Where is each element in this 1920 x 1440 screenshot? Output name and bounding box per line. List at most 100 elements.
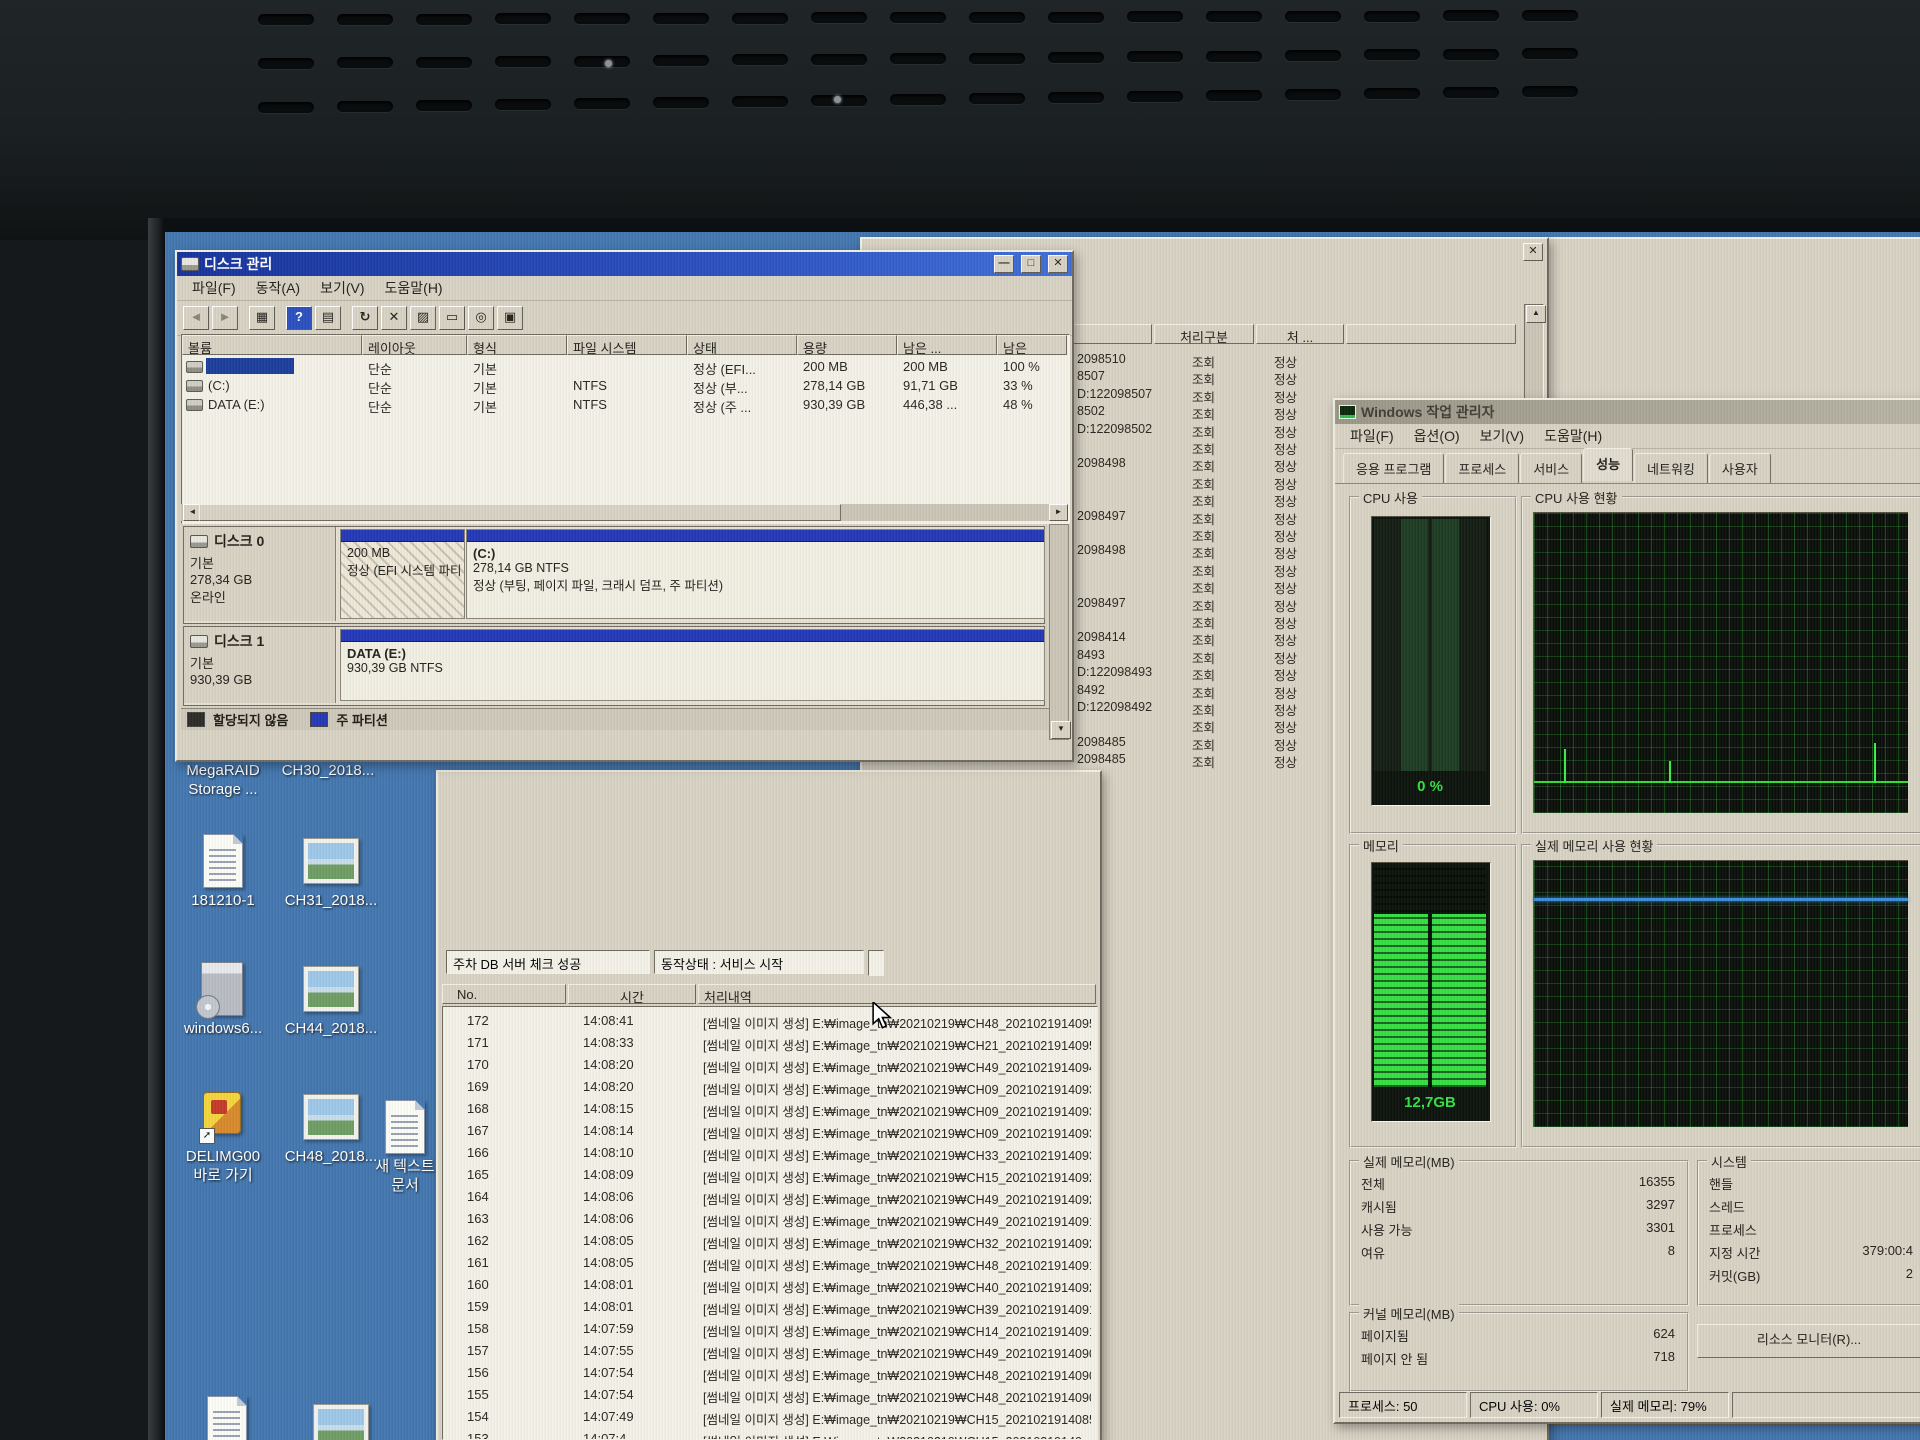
desktop-icon[interactable]: ➚DELIMG00 바로 가기: [175, 1088, 271, 1186]
log-row[interactable]: 16614:08:10[썸네일 이미지 생성] E:₩image_tn₩2021…: [443, 1143, 1093, 1165]
menu-item[interactable]: 파일(F): [183, 276, 245, 300]
tab-프로세스[interactable]: 프로세스: [1445, 453, 1519, 483]
menu-item[interactable]: 옵션(O): [1405, 424, 1469, 448]
partition-box[interactable]: (C:)278,14 GB NTFS정상 (부팅, 페이지 파일, 크래시 덤프…: [466, 529, 1045, 619]
partition-box[interactable]: DATA (E:)930,39 GB NTFS: [340, 629, 1045, 701]
forward-icon[interactable]: ►: [212, 306, 238, 330]
log-row[interactable]: 16414:08:06[썸네일 이미지 생성] E:₩image_tn₩2021…: [443, 1187, 1093, 1209]
task-manager-titlebar[interactable]: Windows 작업 관리자: [1335, 400, 1920, 424]
properties-icon[interactable]: ▨: [410, 306, 436, 330]
job-list-row[interactable]: 8507조회정상: [1072, 368, 1542, 385]
partition-box[interactable]: 200 MB정상 (EFI 시스템 파티: [340, 529, 465, 619]
desktop-icon[interactable]: CH31_2018...: [283, 832, 379, 911]
column-header-detail[interactable]: 처리내역: [698, 984, 1096, 1004]
column-header-time[interactable]: 시간: [568, 984, 696, 1004]
column-header-no[interactable]: No.: [442, 984, 566, 1004]
tab-성능[interactable]: 성능: [1583, 448, 1633, 481]
log-row[interactable]: 16214:08:05[썸네일 이미지 생성] E:₩image_tn₩2021…: [443, 1231, 1093, 1253]
scroll-thumb[interactable]: [199, 504, 841, 521]
log-row[interactable]: 15914:08:01[썸네일 이미지 생성] E:₩image_tn₩2021…: [443, 1297, 1093, 1319]
volume-column-header[interactable]: 레이아웃: [362, 335, 467, 355]
log-no: 158: [467, 1321, 489, 1336]
log-row[interactable]: 16814:08:15[썸네일 이미지 생성] E:₩image_tn₩2021…: [443, 1099, 1093, 1121]
desktop-icon[interactable]: [179, 1394, 275, 1440]
close-icon[interactable]: ✕: [1048, 255, 1068, 273]
stat-label: 사용 가능: [1361, 1220, 1412, 1239]
volume-column-header[interactable]: 남은: [997, 335, 1067, 355]
log-row[interactable]: 16914:08:20[썸네일 이미지 생성] E:₩image_tn₩2021…: [443, 1077, 1093, 1099]
desktop-icon[interactable]: CH44_2018...: [283, 960, 379, 1039]
menu-item[interactable]: 도움말(H): [1535, 424, 1611, 448]
job-list-row[interactable]: 2098510조회정상: [1072, 351, 1542, 368]
tab-네트워킹[interactable]: 네트워킹: [1634, 453, 1708, 483]
minimize-icon[interactable]: —: [994, 255, 1014, 273]
textfile-icon: [197, 1394, 257, 1440]
refresh-icon[interactable]: ↻: [352, 306, 378, 330]
column-header-division[interactable]: 처리구분: [1154, 324, 1254, 344]
disk-info-cell[interactable]: 디스크 0기본278,34 GB온라인: [184, 527, 336, 621]
scroll-right-icon[interactable]: ►: [1049, 504, 1068, 521]
desktop-icon[interactable]: MegaRAID Storage ...: [175, 760, 271, 800]
delete-icon[interactable]: ✕: [381, 306, 407, 330]
volume-row[interactable]: 단순기본정상 (EFI...200 MB200 MB100 %: [182, 357, 1067, 376]
desktop-icon[interactable]: CH30_2018...: [280, 760, 376, 781]
volume-row[interactable]: DATA (E:)단순기본NTFS정상 (주 ...930,39 GB446,3…: [182, 395, 1067, 414]
log-row[interactable]: 16714:08:14[썸네일 이미지 생성] E:₩image_tn₩2021…: [443, 1121, 1093, 1143]
scrollbar-vertical[interactable]: ▼: [1049, 524, 1069, 740]
resource-monitor-button[interactable]: 리소스 모니터(R)...: [1697, 1324, 1920, 1358]
legend-swatch: [310, 712, 328, 727]
log-row[interactable]: 16314:08:06[썸네일 이미지 생성] E:₩image_tn₩2021…: [443, 1209, 1093, 1231]
volume-column-header[interactable]: 형식: [467, 335, 567, 355]
log-row[interactable]: 15714:07:55[썸네일 이미지 생성] E:₩image_tn₩2021…: [443, 1341, 1093, 1363]
scrollbar-horizontal[interactable]: ◄►: [181, 504, 1068, 521]
volume-column-header[interactable]: 용량: [797, 335, 897, 355]
volume-column-header[interactable]: 볼륨: [182, 335, 362, 355]
disk-info-cell[interactable]: 디스크 1기본930,39 GB: [184, 627, 336, 703]
manage-icon[interactable]: ▣: [497, 306, 523, 330]
back-icon[interactable]: ◄: [183, 306, 209, 330]
desktop-icon[interactable]: [293, 1398, 389, 1440]
open-icon[interactable]: ▭: [439, 306, 465, 330]
tab-응용 프로그램[interactable]: 응용 프로그램: [1343, 453, 1444, 483]
scrollbar-vertical[interactable]: ▲: [1524, 304, 1544, 406]
log-row[interactable]: 15614:07:54[썸네일 이미지 생성] E:₩image_tn₩2021…: [443, 1363, 1093, 1385]
volume-row[interactable]: (C:)단순기본NTFS정상 (부...278,14 GB91,71 GB33 …: [182, 376, 1067, 395]
maximize-icon[interactable]: □: [1021, 255, 1041, 273]
log-row[interactable]: 15414:07:49[썸네일 이미지 생성] E:₩image_tn₩2021…: [443, 1407, 1093, 1429]
tab-사용자[interactable]: 사용자: [1709, 453, 1771, 483]
scroll-up-icon[interactable]: ▲: [1526, 305, 1546, 323]
memory-group: 메모리12,7GB: [1349, 844, 1517, 1148]
log-row[interactable]: 15814:07:59[썸네일 이미지 생성] E:₩image_tn₩2021…: [443, 1319, 1093, 1341]
volume-column-header[interactable]: 남은 ...: [897, 335, 997, 355]
job-result: 정상: [1274, 752, 1297, 771]
menu-item[interactable]: 보기(V): [311, 276, 373, 300]
menu-item[interactable]: 도움말(H): [376, 276, 452, 300]
volume-column-header[interactable]: 상태: [687, 335, 797, 355]
partition-size: 930,39 GB NTFS: [347, 661, 1040, 675]
log-row[interactable]: 16514:08:09[썸네일 이미지 생성] E:₩image_tn₩2021…: [443, 1165, 1093, 1187]
menu-item[interactable]: 파일(F): [1341, 424, 1403, 448]
log-row[interactable]: 17214:08:41[썸네일 이미지 생성] E:₩image_tn₩2021…: [443, 1011, 1093, 1033]
desktop-icon[interactable]: windows6...: [175, 960, 271, 1039]
panel-icon[interactable]: ▤: [315, 306, 341, 330]
volume-column-header[interactable]: 파일 시스템: [567, 335, 687, 355]
column-header-result[interactable]: 처 ...: [1256, 324, 1344, 344]
scroll-down-icon[interactable]: ▼: [1051, 721, 1071, 739]
log-row[interactable]: 16114:08:05[썸네일 이미지 생성] E:₩image_tn₩2021…: [443, 1253, 1093, 1275]
console-tree-icon[interactable]: ▦: [249, 306, 275, 330]
tab-서비스[interactable]: 서비스: [1520, 453, 1582, 483]
log-row[interactable]: 17114:08:33[썸네일 이미지 생성] E:₩image_tn₩2021…: [443, 1033, 1093, 1055]
log-row[interactable]: 15514:07:54[썸네일 이미지 생성] E:₩image_tn₩2021…: [443, 1385, 1093, 1407]
log-row[interactable]: 16014:08:01[썸네일 이미지 생성] E:₩image_tn₩2021…: [443, 1275, 1093, 1297]
task-manager-tabs: 응용 프로그램프로세스서비스성능네트워킹사용자: [1335, 449, 1920, 484]
log-row[interactable]: 15314:07:4[썸네일 이미지 생성] E:₩image_tn₩20210…: [443, 1429, 1093, 1440]
desktop-icon[interactable]: 181210-1: [175, 832, 271, 911]
disk-management-titlebar[interactable]: 디스크 관리—□✕: [177, 252, 1072, 276]
menu-item[interactable]: 보기(V): [1471, 424, 1533, 448]
help-icon[interactable]: ?: [286, 306, 312, 330]
log-row[interactable]: 17014:08:20[썸네일 이미지 생성] E:₩image_tn₩2021…: [443, 1055, 1093, 1077]
search-icon[interactable]: ◎: [468, 306, 494, 330]
log-time: 14:08:05: [583, 1255, 634, 1270]
close-icon[interactable]: ✕: [1523, 243, 1543, 261]
menu-item[interactable]: 동작(A): [247, 276, 309, 300]
